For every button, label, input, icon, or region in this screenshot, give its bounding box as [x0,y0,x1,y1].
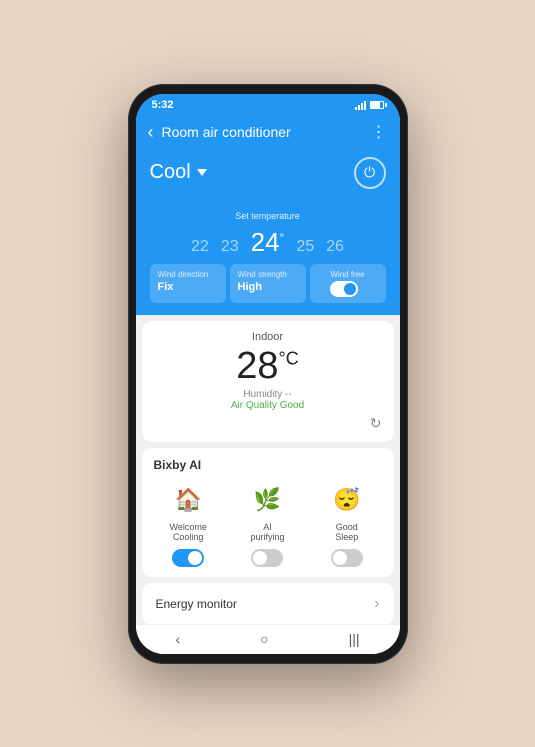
power-button[interactable]: ⏻ [354,157,386,189]
app-header: ‹ Room air conditioner ⋮ [136,116,400,149]
back-button[interactable]: ‹ [148,122,154,143]
wind-strength-label: Wind strength [238,270,298,279]
signal-bar-1 [355,107,357,110]
wind-free-card[interactable]: Wind free [310,264,386,303]
temp-24-active[interactable]: 24° [251,227,285,258]
wind-direction-card: Wind direction Fix [150,264,226,303]
phone-body: 5:32 ‹ Room air conditioner [128,84,408,664]
air-quality-label: Air Quality [231,400,277,411]
energy-label: Energy monitor [156,597,237,611]
nav-back-button[interactable]: ‹ [175,631,180,647]
signal-bar-2 [358,105,360,110]
bixby-sleep-icon: 😴 [329,482,365,518]
signal-bar-4 [364,101,366,110]
phone-wrapper: 5:32 ‹ Room air conditioner [128,84,408,664]
temp-set-wrapper: Set temperature 22 23 24° 25 26 [150,197,386,258]
nav-bar: ‹ ○ ||| [136,624,400,654]
bixby-sleep-label: GoodSleep [335,522,358,544]
bixby-purifying-toggle[interactable] [251,549,283,567]
indoor-label: Indoor [154,331,382,343]
status-time: 5:32 [152,99,174,111]
temp-deg: ° [280,230,285,244]
wind-direction-label: Wind direction [158,270,218,279]
status-bar: 5:32 [136,94,400,116]
indoor-card: Indoor 28°C Humidity -- Air Quality Good… [142,321,394,442]
more-button[interactable]: ⋮ [371,122,388,142]
blue-section: Cool ⏻ Set temperature 22 23 24° 25 26 [136,149,400,315]
bixby-welcome-label: WelcomeCooling [169,522,206,544]
temp-25: 25 [296,238,314,256]
power-icon: ⏻ [364,164,375,181]
bixby-welcome-toggle[interactable] [172,549,204,567]
indoor-temperature: 28°C [154,347,382,385]
signal-bars [355,100,366,110]
bixby-sleep-toggle[interactable] [331,549,363,567]
mode-selector[interactable]: Cool [150,161,207,184]
mode-dropdown-icon [197,169,207,176]
bixby-welcome-knob [188,551,202,565]
wind-direction-value: Fix [158,281,218,293]
bixby-welcome-icon: 🏠 [170,482,206,518]
bixby-purifying-label: AIpurifying [250,522,284,544]
indoor-unit: °C [279,348,299,368]
bixby-item-sleep: 😴 GoodSleep [312,482,381,568]
wind-strength-card: Wind strength High [230,264,306,303]
air-quality-value: Good [280,400,304,411]
nav-home-button[interactable]: ○ [260,631,268,647]
header-title: Room air conditioner [162,124,363,140]
wind-row: Wind direction Fix Wind strength High Wi… [150,264,386,303]
energy-card[interactable]: Energy monitor › [142,583,394,623]
energy-chevron-icon: › [374,595,379,613]
content-area: Indoor 28°C Humidity -- Air Quality Good… [136,315,400,624]
set-temp-label: Set temperature [150,211,386,221]
refresh-button[interactable]: ↻ [154,415,382,432]
wind-free-knob [344,283,356,295]
bixby-item-welcome: 🏠 WelcomeCooling [154,482,223,568]
indoor-humidity: Humidity -- [154,389,382,400]
temp-row: 22 23 24° 25 26 [150,227,386,258]
indoor-temp-value: 28 [236,345,278,387]
signal-bar-3 [361,103,363,110]
bixby-header: Bixby AI [154,458,382,472]
wind-free-label: Wind free [330,270,364,279]
battery-icon [370,101,384,109]
wind-strength-value: High [238,281,298,293]
bixby-purifying-knob [253,551,267,565]
bixby-items: 🏠 WelcomeCooling 🌿 AIpurifying [154,482,382,568]
mode-row: Cool ⏻ [150,157,386,189]
temp-22: 22 [191,238,209,256]
bixby-item-purifying: 🌿 AIpurifying [233,482,302,568]
temp-26: 26 [326,238,344,256]
temp-23: 23 [221,238,239,256]
bixby-purifying-icon: 🌿 [249,482,285,518]
battery-fill [371,102,380,108]
wind-free-toggle[interactable] [330,281,358,297]
status-icons [355,100,384,110]
mode-label: Cool [150,161,191,184]
indoor-air-quality: Air Quality Good [154,400,382,411]
bixby-card: Bixby AI 🏠 WelcomeCooling 🌿 AIpurifying [142,448,394,578]
phone-screen: 5:32 ‹ Room air conditioner [136,94,400,654]
bixby-sleep-knob [333,551,347,565]
nav-recent-button[interactable]: ||| [349,631,360,647]
